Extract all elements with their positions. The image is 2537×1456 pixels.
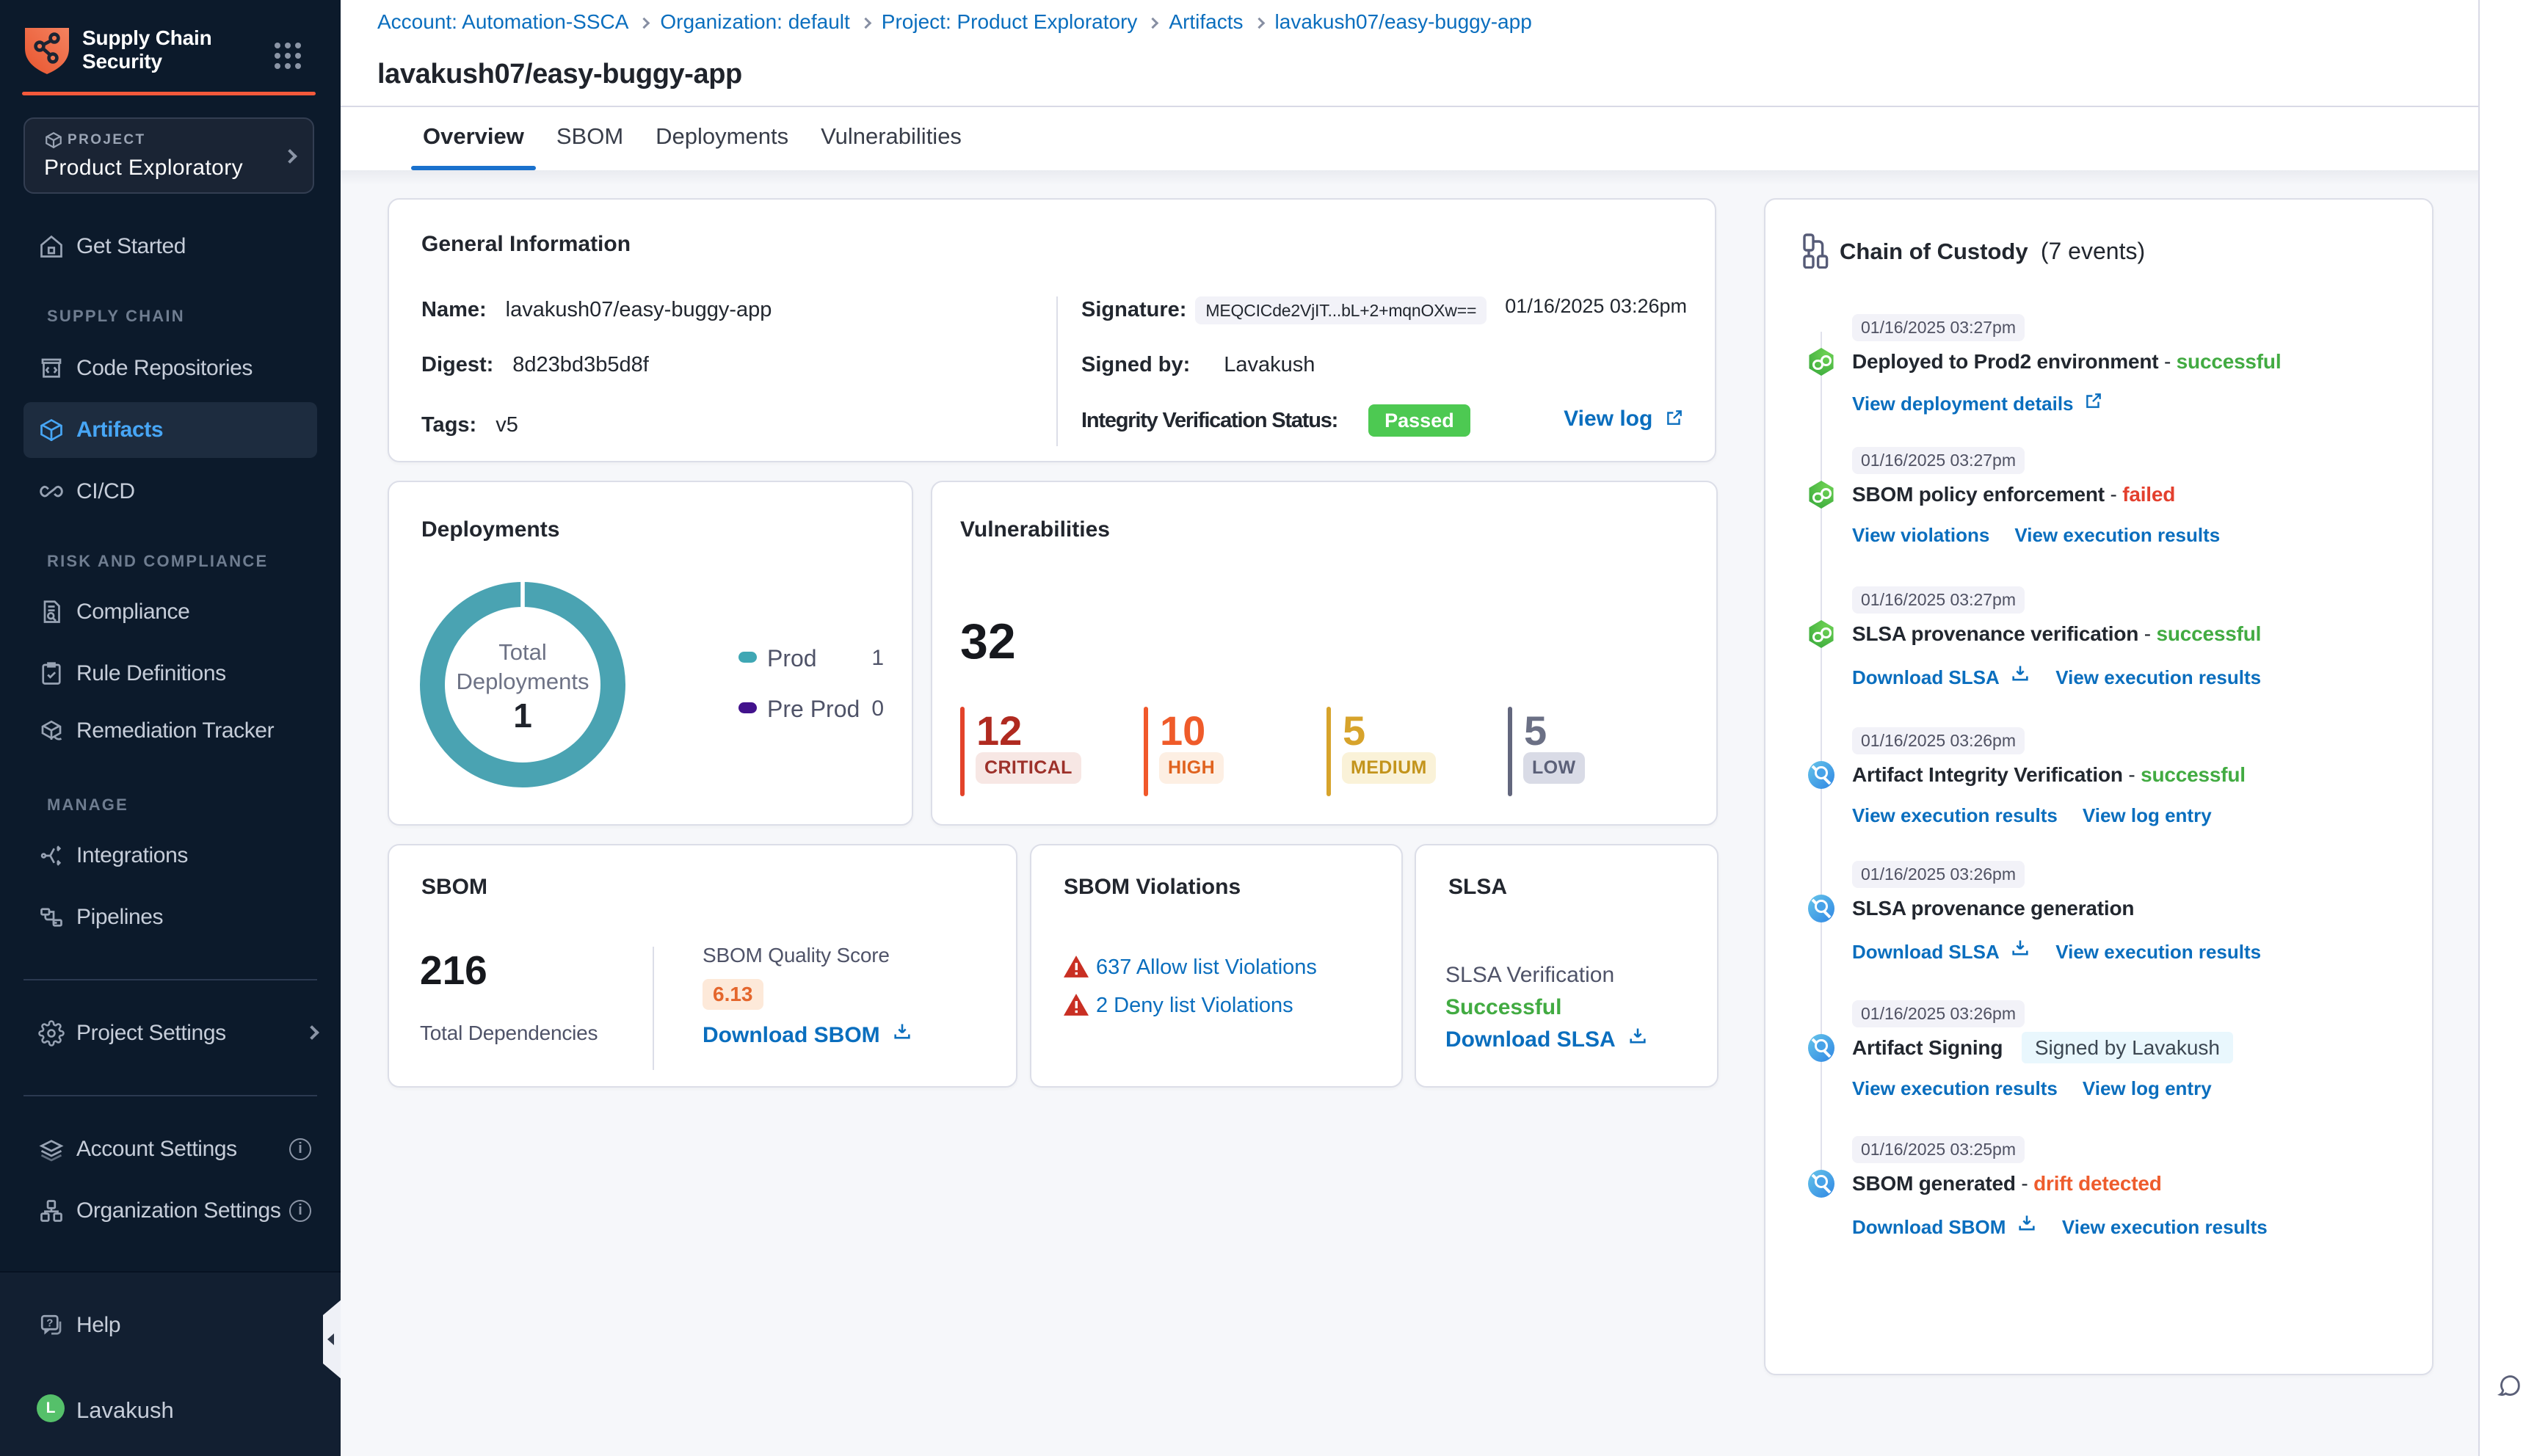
svg-text:?: ?: [46, 1317, 53, 1330]
